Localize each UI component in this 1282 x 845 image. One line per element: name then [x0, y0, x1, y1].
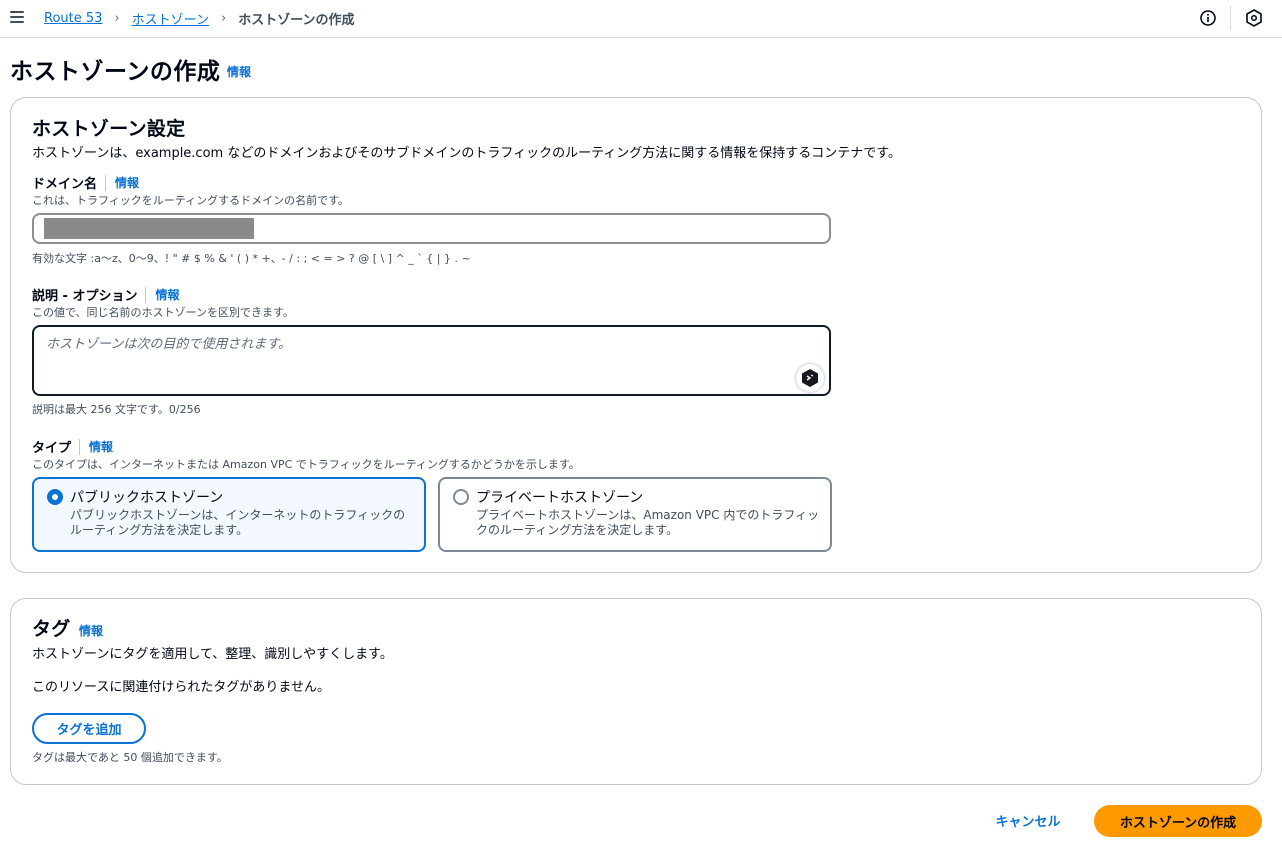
toolbar-divider: [1230, 6, 1231, 30]
tags-panel: タグ 情報 ホストゾーンにタグを適用して、整理、識別しやすくします。 このリソー…: [10, 598, 1262, 785]
public-tile-title: パブリックホストゾーン: [70, 490, 224, 506]
comment-description: この値で、同じ名前のホストゾーンを区別できます。: [32, 306, 294, 319]
top-navigation-bar: Route 53 › ホストゾーン › ホストゾーンの作成: [0, 0, 1282, 38]
settings-heading: ホストゾーン設定: [32, 118, 186, 140]
writing-assistant-icon[interactable]: [796, 364, 824, 392]
private-radio-button[interactable]: [453, 489, 469, 505]
tags-heading: タグ: [32, 618, 71, 640]
tags-info-link[interactable]: 情報: [79, 622, 103, 639]
domain-name-input[interactable]: [32, 213, 831, 244]
page-title: ホストゾーンの作成: [10, 59, 221, 85]
comment-label-text: 説明 - オプション: [32, 289, 138, 304]
chevron-right-icon: ›: [220, 11, 227, 26]
domain-info-link[interactable]: 情報: [115, 174, 139, 191]
label-divider: [79, 438, 81, 455]
type-label-text: タイプ: [32, 441, 72, 456]
public-radio-button[interactable]: [47, 489, 63, 505]
cancel-button[interactable]: キャンセル: [985, 805, 1071, 836]
settings-description: ホストゾーンは、example.com などのドメインおよびそのサブドメインのト…: [32, 146, 901, 161]
breadcrumb-hosted-zones[interactable]: ホストゾーン: [132, 9, 209, 28]
public-tile-description: パブリックホストゾーンは、インターネットのトラフィックのルーティング方法を決定し…: [70, 508, 406, 537]
breadcrumb: Route 53 › ホストゾーン › ホストゾーンの作成: [44, 9, 355, 28]
tags-empty-message: このリソースに関連付けられたタグがありません。: [32, 680, 330, 695]
info-circle-icon[interactable]: [1200, 10, 1216, 26]
comment-info-link[interactable]: 情報: [155, 286, 179, 303]
hosted-zone-settings-panel: ホストゾーン設定 ホストゾーンは、example.com などのドメインおよびそ…: [10, 97, 1262, 573]
tags-limit-text: タグは最大であと 50 個追加できます。: [32, 751, 228, 764]
domain-name-description: これは、トラフィックをルーティングするドメインの名前です。: [32, 194, 350, 207]
page-info-link[interactable]: 情報: [227, 63, 251, 80]
hamburger-menu-icon[interactable]: [10, 11, 24, 23]
hexagon-assistant-icon[interactable]: [1246, 9, 1262, 27]
comment-constraint: 説明は最大 256 文字です。0/256: [32, 403, 201, 416]
private-tile-description: プライベートホストゾーンは、Amazon VPC 内でのトラフィックのルーティン…: [476, 508, 820, 537]
domain-name-label-text: ドメイン名: [32, 177, 98, 192]
domain-name-label: ドメイン名 情報: [32, 173, 139, 192]
tags-description: ホストゾーンにタグを適用して、整理、識別しやすくします。: [32, 647, 393, 662]
type-label: タイプ 情報: [32, 437, 113, 456]
public-hosted-zone-tile[interactable]: パブリックホストゾーン パブリックホストゾーンは、インターネットのトラフィックの…: [32, 477, 426, 552]
label-divider: [105, 174, 107, 191]
comment-textarea[interactable]: [32, 325, 831, 396]
chevron-right-icon: ›: [114, 11, 120, 26]
breadcrumb-route53[interactable]: Route 53: [44, 11, 102, 26]
private-tile-title: プライベートホストゾーン: [476, 490, 644, 506]
type-description: このタイプは、インターネットまたは Amazon VPC でトラフィックをルーテ…: [32, 458, 580, 471]
breadcrumb-current: ホストゾーンの作成: [238, 13, 355, 28]
private-hosted-zone-tile[interactable]: プライベートホストゾーン プライベートホストゾーンは、Amazon VPC 内で…: [438, 477, 832, 552]
add-tag-button[interactable]: タグを追加: [32, 713, 146, 744]
type-info-link[interactable]: 情報: [89, 438, 113, 455]
redacted-domain-value: [44, 218, 254, 239]
domain-name-constraint: 有効な文字 :a〜z、0〜9、! " # $ % & ' ( ) * +、- /…: [32, 252, 471, 265]
comment-label: 説明 - オプション 情報: [32, 285, 179, 304]
label-divider: [145, 286, 147, 303]
create-hosted-zone-button[interactable]: ホストゾーンの作成: [1094, 805, 1262, 837]
